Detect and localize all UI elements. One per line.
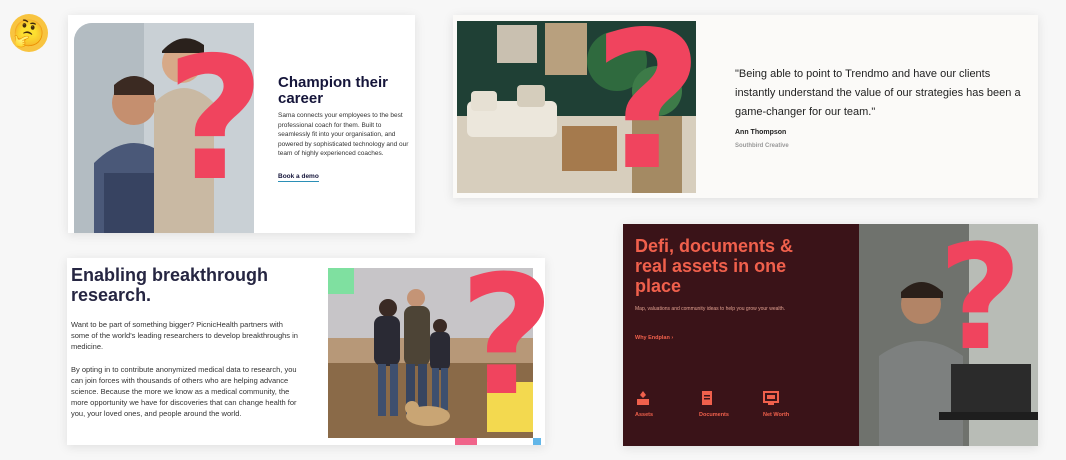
card-heading: Enabling breakthrough research. bbox=[71, 265, 269, 305]
blue-accent-square bbox=[533, 438, 541, 445]
card-description: Sama connects your employees to the best… bbox=[278, 112, 409, 157]
wealth-card: Defi, documents & real assets in one pla… bbox=[623, 224, 1038, 446]
thinking-emoji: 🤔 bbox=[10, 14, 48, 52]
paragraph-intro: Want to be part of something bigger? Pic… bbox=[71, 320, 298, 351]
testimonial-quote: "Being able to point to Trendmo and have… bbox=[735, 68, 1021, 118]
coach-card: Champion their career Sama connects your… bbox=[68, 15, 415, 233]
why-endplan-link[interactable]: Why Endplan › bbox=[635, 335, 673, 341]
testimonial-card: ? "Being able to point to Trendmo and ha… bbox=[453, 15, 1038, 198]
feature-assets[interactable]: Assets bbox=[635, 390, 675, 418]
assets-icon bbox=[635, 390, 675, 409]
question-mark-overlay: ? bbox=[938, 224, 1023, 383]
question-mark-overlay: ? bbox=[166, 21, 265, 219]
card-heading: Defi, documents & real assets in one pla… bbox=[635, 236, 794, 296]
author-company: Southbird Creative bbox=[735, 143, 789, 149]
green-accent-square bbox=[328, 268, 354, 294]
research-card: Enabling breakthrough research. Want to … bbox=[67, 258, 545, 445]
book-demo-link[interactable]: Book a demo bbox=[278, 173, 319, 182]
net-worth-icon bbox=[763, 390, 803, 409]
documents-icon bbox=[699, 390, 739, 409]
question-mark-overlay: ? bbox=[459, 258, 545, 419]
card-title: Champion their career bbox=[278, 74, 389, 107]
feature-label: Assets bbox=[635, 412, 654, 418]
feature-documents[interactable]: Documents bbox=[699, 390, 739, 418]
feature-net-worth[interactable]: Net Worth bbox=[763, 390, 803, 418]
pink-accent-square bbox=[455, 438, 477, 445]
feature-label: Net Worth bbox=[763, 412, 790, 418]
card-subtitle: Map, valuations and community ideas to h… bbox=[635, 306, 786, 312]
paragraph-body: By opting in to contribute anonymized me… bbox=[71, 365, 297, 418]
author-name: Ann Thompson bbox=[735, 129, 787, 136]
question-mark-overlay: ? bbox=[593, 15, 704, 198]
feature-label: Documents bbox=[699, 412, 729, 418]
